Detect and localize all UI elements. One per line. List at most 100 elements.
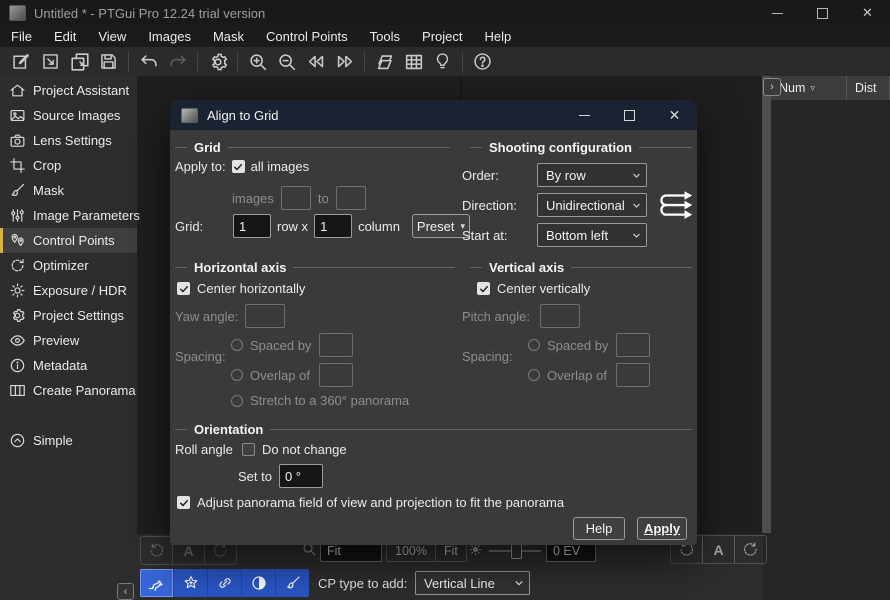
adjust-panorama-label: Adjust panorama field of view and projec… (197, 495, 564, 510)
sidebar-item-simple[interactable]: Simple (0, 428, 137, 453)
cp-star-tool-button[interactable] (174, 569, 208, 597)
sidebar-item-image-parameters[interactable]: Image Parameters (0, 203, 137, 228)
new-project-button[interactable] (7, 49, 36, 74)
zoom-in-button[interactable] (243, 49, 272, 74)
kangaroo-icon (147, 574, 166, 593)
duplicate-project-button[interactable] (65, 49, 94, 74)
sidebar-item-create-panorama[interactable]: Create Panorama (0, 378, 137, 403)
sidebar-item-preview[interactable]: Preview (0, 328, 137, 353)
open-project-button[interactable] (36, 49, 65, 74)
column-header-num[interactable]: Num ▿ (771, 76, 847, 100)
dialog-titlebar[interactable]: Align to Grid ✕ (170, 100, 697, 130)
sidebar-item-crop[interactable]: Crop (0, 153, 137, 178)
v-overlap-row: Overlap of (528, 363, 650, 387)
help-button[interactable]: Help (573, 517, 625, 540)
center-horizontally-checkbox[interactable] (177, 282, 190, 295)
previous-pair-button[interactable] (301, 49, 330, 74)
apply-to-row: Apply to: all images (175, 159, 309, 174)
expand-panel-button[interactable]: › (763, 78, 781, 96)
panorama-editor-button[interactable] (370, 49, 399, 74)
grid-label: Grid: (175, 219, 227, 234)
dialog-minimize-button[interactable] (562, 100, 607, 130)
toolbar-separator (197, 52, 198, 72)
cp-type-select[interactable]: Vertical Line (415, 571, 530, 595)
rotate-cw-button[interactable] (735, 536, 766, 563)
sidebar-item-exposure-hdr[interactable]: Exposure / HDR (0, 278, 137, 303)
cp-link-tool-button[interactable] (208, 569, 242, 597)
crop-icon (9, 157, 26, 174)
shooting-section-legend: Shooting configuration (470, 140, 692, 155)
center-vertically-checkbox[interactable] (477, 282, 490, 295)
ev-slider-handle[interactable] (511, 544, 522, 559)
menu-file[interactable]: File (0, 26, 43, 47)
h-stretch-row: Stretch to a 360° panorama (231, 393, 409, 408)
adjust-panorama-checkbox[interactable] (177, 496, 190, 509)
h-stretch-radio (231, 395, 243, 407)
main-toolbar (0, 47, 890, 76)
v-overlap-input (616, 363, 650, 387)
apply-button[interactable]: Apply (637, 517, 687, 540)
menu-view[interactable]: View (87, 26, 137, 47)
sidebar-item-control-points[interactable]: Control Points (0, 228, 137, 253)
grid-view-button[interactable] (399, 49, 428, 74)
order-select[interactable]: By row (537, 163, 647, 187)
dialog-window-controls: ✕ (562, 100, 697, 130)
minimize-button[interactable] (755, 0, 800, 26)
image-icon (9, 107, 26, 124)
v-spaced-by-label: Spaced by (547, 338, 609, 353)
order-row: Order: By row (462, 163, 647, 187)
grid-rows-input[interactable] (233, 214, 271, 238)
dialog-title: Align to Grid (207, 108, 279, 123)
letter-a-button[interactable]: A (703, 536, 735, 563)
do-not-change-checkbox[interactable] (242, 443, 255, 456)
pitch-angle-label: Pitch angle: (462, 309, 534, 324)
cp-auto-tool-button[interactable] (140, 569, 174, 597)
grid-columns-input[interactable] (314, 214, 352, 238)
start-at-select[interactable]: Bottom left (537, 223, 647, 247)
roll-angle-row: Roll angle Do not change (175, 442, 347, 457)
save-project-button[interactable] (94, 49, 123, 74)
close-button[interactable]: ✕ (845, 0, 890, 26)
center-vertically-row: Center vertically (477, 281, 590, 296)
menu-control-points[interactable]: Control Points (255, 26, 359, 47)
collapse-sidebar-button[interactable]: ‹ (117, 583, 134, 600)
maximize-button[interactable] (800, 0, 845, 26)
v-overlap-radio (528, 369, 540, 381)
set-to-input[interactable] (279, 464, 323, 488)
next-pair-button[interactable] (330, 49, 359, 74)
h-spaced-by-radio (231, 339, 243, 351)
menu-images[interactable]: Images (137, 26, 202, 47)
menu-help[interactable]: Help (474, 26, 523, 47)
grid-section-legend: Grid (175, 140, 450, 155)
sidebar-item-project-assistant[interactable]: Project Assistant (0, 78, 137, 103)
undo-button[interactable] (134, 49, 163, 74)
h-spaced-by-row: Spaced by (231, 333, 353, 357)
all-images-checkbox[interactable] (232, 160, 245, 173)
sidebar-item-mask[interactable]: Mask (0, 178, 137, 203)
panel-splitter[interactable] (762, 76, 771, 533)
help-button-toolbar[interactable] (468, 49, 497, 74)
column-header-dist[interactable]: Dist (847, 76, 890, 100)
lightbulb-button[interactable] (428, 49, 457, 74)
menu-edit[interactable]: Edit (43, 26, 87, 47)
h-overlap-row: Overlap of (231, 363, 353, 387)
dialog-close-button[interactable]: ✕ (652, 100, 697, 130)
sidebar-item-source-images[interactable]: Source Images (0, 103, 137, 128)
cp-brush-tool-button[interactable] (276, 569, 309, 597)
chevron-down-icon (632, 171, 641, 180)
cp-contrast-tool-button[interactable] (242, 569, 276, 597)
menu-tools[interactable]: Tools (359, 26, 411, 47)
chevron-down-icon (632, 201, 641, 210)
sidebar-item-metadata[interactable]: Metadata (0, 353, 137, 378)
menu-mask[interactable]: Mask (202, 26, 255, 47)
sidebar-item-optimizer[interactable]: Optimizer (0, 253, 137, 278)
zoom-out-button[interactable] (272, 49, 301, 74)
sidebar-item-lens-settings[interactable]: Lens Settings (0, 128, 137, 153)
dialog-maximize-button[interactable] (607, 100, 652, 130)
settings-button[interactable] (203, 49, 232, 74)
menu-project[interactable]: Project (411, 26, 473, 47)
v-spacing-label: Spacing: (462, 349, 513, 364)
direction-select[interactable]: Unidirectional (537, 193, 647, 217)
sidebar-item-project-settings[interactable]: Project Settings (0, 303, 137, 328)
rotate-cw-icon (742, 541, 759, 558)
